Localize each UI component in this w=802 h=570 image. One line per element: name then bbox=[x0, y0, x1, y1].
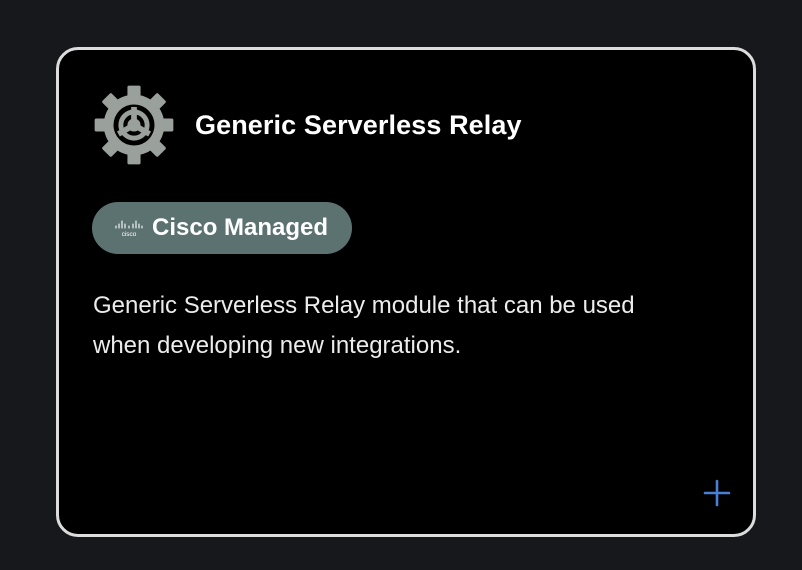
cisco-logo-icon: cisco bbox=[115, 220, 143, 238]
integration-card[interactable]: Generic Serverless Relay cisco Cisco Man… bbox=[56, 47, 756, 537]
gear-icon bbox=[94, 85, 174, 165]
badge-label: Cisco Managed bbox=[152, 214, 329, 241]
card-header: Generic Serverless Relay bbox=[93, 84, 522, 166]
cisco-managed-badge: cisco Cisco Managed bbox=[92, 202, 353, 254]
plus-icon bbox=[703, 479, 731, 507]
add-button[interactable] bbox=[699, 475, 735, 511]
svg-text:cisco: cisco bbox=[122, 231, 137, 238]
card-description: Generic Serverless Relay module that can… bbox=[93, 292, 635, 359]
card-title: Generic Serverless Relay bbox=[195, 109, 522, 140]
